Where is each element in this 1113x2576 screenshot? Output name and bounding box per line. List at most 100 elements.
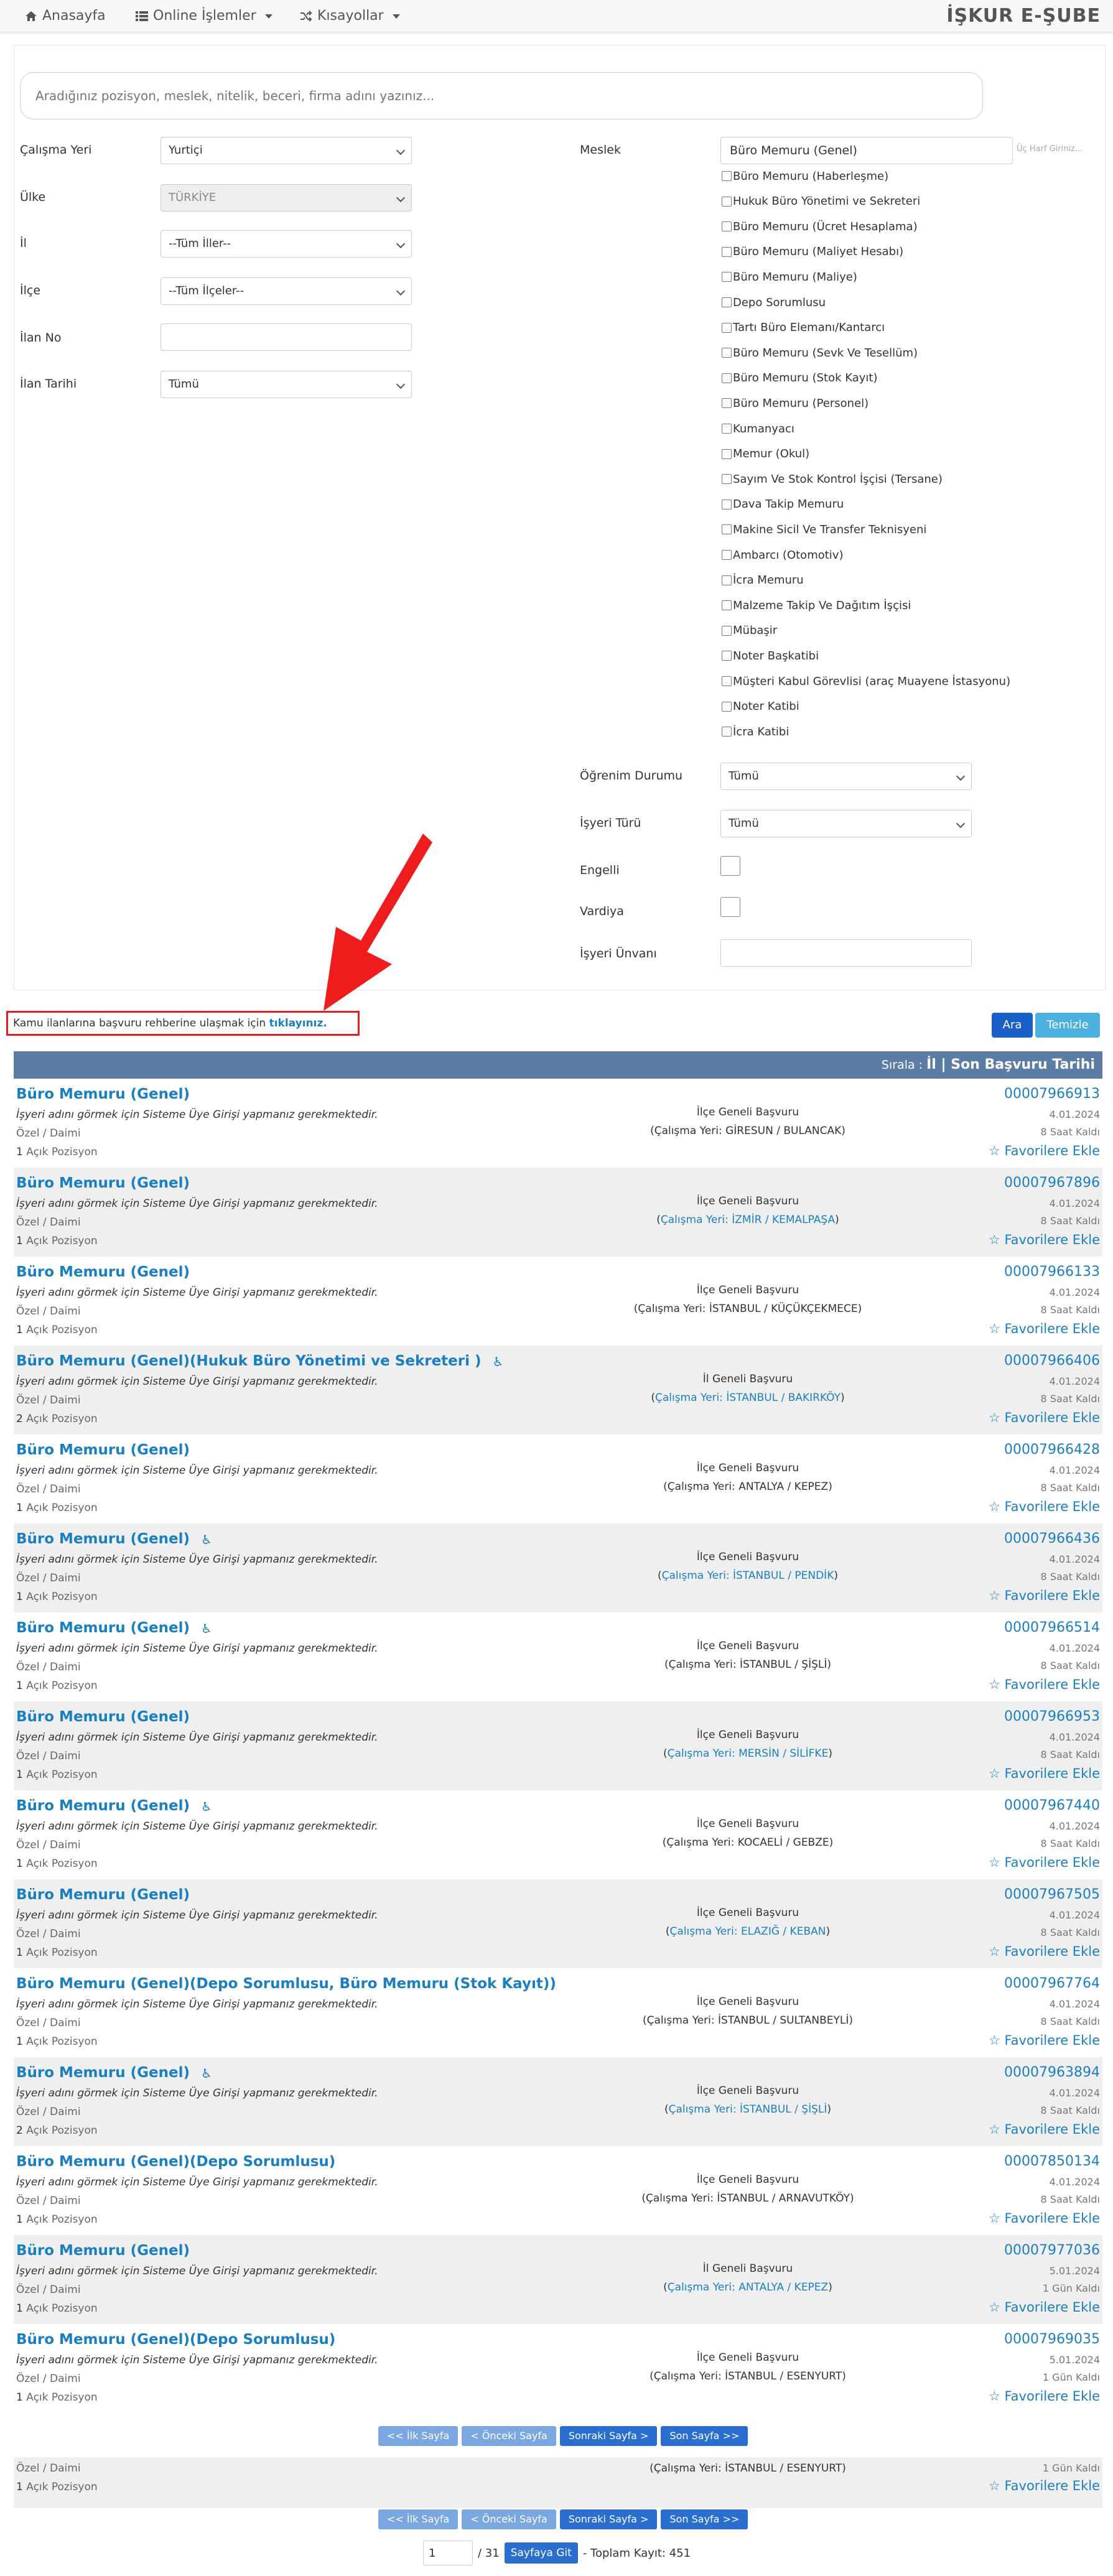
goto-page-button[interactable]: Sayfaya Git <box>504 2542 578 2564</box>
job-title-link[interactable]: Büro Memuru (Genel)(Depo Sorumlusu, Büro… <box>16 1976 556 1992</box>
job-number-link[interactable]: 00007967896 <box>1004 1175 1100 1191</box>
meslek-option[interactable]: Noter Başkatibi <box>722 648 819 664</box>
ilan-no-input[interactable] <box>161 323 412 351</box>
meslek-checkbox[interactable] <box>722 171 732 181</box>
job-title-link[interactable]: Büro Memuru (Genel)(Depo Sorumlusu) <box>16 2332 335 2348</box>
meslek-checkbox[interactable] <box>722 221 732 232</box>
favorite-button[interactable]: ☆ Favorilere Ekle <box>989 1143 1100 1158</box>
favorite-button[interactable]: ☆ Favorilere Ekle <box>989 1766 1100 1781</box>
job-number-link[interactable]: 00007967440 <box>1004 1798 1100 1813</box>
job-title-link[interactable]: Büro Memuru (Genel) <box>16 1264 190 1280</box>
ilan-tarihi-select[interactable]: Tümü <box>161 371 412 398</box>
isyeri-unvani-input[interactable] <box>720 939 972 967</box>
meslek-option[interactable]: Kumanyacı <box>722 421 794 437</box>
pager-first[interactable]: << İlk Sayfa <box>378 2509 459 2529</box>
meslek-option[interactable]: Büro Memuru (Haberleşme) <box>722 168 888 184</box>
ara-button[interactable]: Ara <box>992 1013 1033 1038</box>
favorite-button[interactable]: ☆ Favorilere Ekle <box>989 1321 1100 1336</box>
meslek-checkbox[interactable] <box>722 625 732 636</box>
job-number-link[interactable]: 00007850134 <box>1004 2154 1100 2169</box>
meslek-checkbox[interactable] <box>722 474 732 485</box>
meslek-checkbox[interactable] <box>722 600 732 611</box>
engelli-checkbox[interactable] <box>720 856 740 876</box>
nav-online-islemler[interactable]: Online İşlemler <box>136 0 272 32</box>
meslek-option[interactable]: Malzeme Takip Ve Dağıtım İşçisi <box>722 597 911 613</box>
meslek-option[interactable]: Büro Memuru (Stok Kayıt) <box>722 370 878 386</box>
search-input[interactable] <box>20 72 983 119</box>
meslek-checkbox[interactable] <box>722 727 732 737</box>
nav-home[interactable]: Anasayfa <box>25 0 106 32</box>
favorite-button[interactable]: ☆ Favorilere Ekle <box>989 2389 1100 2404</box>
job-title-link[interactable]: Büro Memuru (Genel) <box>16 1175 190 1191</box>
favorite-button[interactable]: ☆ Favorilere Ekle <box>989 1410 1100 1425</box>
meslek-checkbox[interactable] <box>722 322 732 333</box>
meslek-option[interactable]: Büro Memuru (Personel) <box>722 395 869 411</box>
pager-next[interactable]: Sonraki Sayfa > <box>559 2426 658 2446</box>
job-title-link[interactable]: Büro Memuru (Genel)(Hukuk Büro Yönetimi … <box>16 1353 503 1369</box>
job-number-link[interactable]: 00007966953 <box>1004 1709 1100 1724</box>
meslek-checkbox[interactable] <box>722 398 732 409</box>
ogrenim-select[interactable]: Tümü <box>720 763 972 790</box>
nav-kisayollar[interactable]: Kısayollar <box>300 0 400 32</box>
meslek-option[interactable]: Sayım Ve Stok Kontrol İşçisi (Tersane) <box>722 471 943 487</box>
pager-prev[interactable]: < Önceki Sayfa <box>462 2509 556 2529</box>
meslek-option[interactable]: Hukuk Büro Yönetimi ve Sekreteri <box>722 193 920 210</box>
job-number-link[interactable]: 00007969035 <box>1004 2332 1100 2347</box>
meslek-option[interactable]: Müşteri Kabul Görevlisi (araç Muayene İs… <box>722 673 1010 689</box>
job-title-link[interactable]: Büro Memuru (Genel) ♿ <box>16 1531 212 1547</box>
favorite-button[interactable]: ☆ Favorilere Ekle <box>989 2478 1100 2493</box>
favorite-button[interactable]: ☆ Favorilere Ekle <box>989 1855 1100 1870</box>
job-number-link[interactable]: 00007966428 <box>1004 1442 1100 1458</box>
meslek-checkbox[interactable] <box>722 449 732 459</box>
meslek-option[interactable]: Makine Sicil Ve Transfer Teknisyeni <box>722 521 926 537</box>
job-title-link[interactable]: Büro Memuru (Genel) <box>16 1709 190 1725</box>
meslek-checkbox[interactable] <box>722 373 732 383</box>
favorite-button[interactable]: ☆ Favorilere Ekle <box>989 2122 1100 2137</box>
meslek-checkbox[interactable] <box>722 246 732 257</box>
temizle-button[interactable]: Temizle <box>1035 1013 1100 1038</box>
favorite-button[interactable]: ☆ Favorilere Ekle <box>989 1677 1100 1692</box>
meslek-checkbox[interactable] <box>722 424 732 434</box>
pager-next[interactable]: Sonraki Sayfa > <box>559 2509 658 2529</box>
meslek-checkbox[interactable] <box>722 524 732 535</box>
meslek-option[interactable]: Ambarcı (Otomotiv) <box>722 547 843 563</box>
favorite-button[interactable]: ☆ Favorilere Ekle <box>989 2211 1100 2226</box>
vardiya-checkbox[interactable] <box>720 897 740 917</box>
sort-by-il[interactable]: İl <box>926 1057 936 1072</box>
favorite-button[interactable]: ☆ Favorilere Ekle <box>989 2033 1100 2048</box>
meslek-option[interactable]: Memur (Okul) <box>722 446 809 462</box>
pager-last[interactable]: Son Sayfa >> <box>661 2426 748 2446</box>
meslek-option[interactable]: Depo Sorumlusu <box>722 294 826 310</box>
sort-by-date[interactable]: Son Başvuru Tarihi <box>951 1057 1095 1072</box>
meslek-option[interactable]: Dava Takip Memuru <box>722 496 844 513</box>
pager-prev[interactable]: < Önceki Sayfa <box>462 2426 556 2446</box>
job-title-link[interactable]: Büro Memuru (Genel) ♿ <box>16 1798 212 1814</box>
favorite-button[interactable]: ☆ Favorilere Ekle <box>989 1944 1100 1959</box>
meslek-checkbox[interactable] <box>722 701 732 712</box>
job-number-link[interactable]: 00007966406 <box>1004 1353 1100 1369</box>
isyeri-turu-select[interactable]: Tümü <box>720 810 972 837</box>
meslek-checkbox[interactable] <box>722 651 732 661</box>
kamu-rehber-link[interactable]: tıklayınız. <box>269 1017 327 1030</box>
pager-first[interactable]: << İlk Sayfa <box>378 2426 459 2446</box>
pager-last[interactable]: Son Sayfa >> <box>661 2509 748 2529</box>
job-title-link[interactable]: Büro Memuru (Genel) ♿ <box>16 2065 212 2081</box>
meslek-checkbox[interactable] <box>722 196 732 207</box>
meslek-option[interactable]: Büro Memuru (Maliyet Hesabı) <box>722 244 903 260</box>
meslek-option[interactable]: Büro Memuru (Sevk Ve Tesellüm) <box>722 345 918 361</box>
favorite-button[interactable]: ☆ Favorilere Ekle <box>989 2300 1100 2315</box>
meslek-option[interactable]: Mübaşir <box>722 623 777 639</box>
meslek-option[interactable]: Büro Memuru (Maliye) <box>722 269 857 285</box>
favorite-button[interactable]: ☆ Favorilere Ekle <box>989 1232 1100 1247</box>
job-title-link[interactable]: Büro Memuru (Genel) ♿ <box>16 1620 212 1636</box>
meslek-option[interactable]: Büro Memuru (Ücret Hesaplama) <box>722 218 918 235</box>
meslek-option[interactable]: Tartı Büro Elemanı/Kantarcı <box>722 320 885 336</box>
meslek-option[interactable]: Noter Katibi <box>722 699 799 715</box>
job-number-link[interactable]: 00007966913 <box>1004 1086 1100 1102</box>
favorite-button[interactable]: ☆ Favorilere Ekle <box>989 1588 1100 1603</box>
job-number-link[interactable]: 00007967764 <box>1004 1976 1100 1991</box>
job-title-link[interactable]: Büro Memuru (Genel) <box>16 2243 190 2259</box>
job-number-link[interactable]: 00007966133 <box>1004 1264 1100 1280</box>
meslek-input[interactable]: Büro Memuru (Genel) <box>720 137 1013 164</box>
job-title-link[interactable]: Büro Memuru (Genel) <box>16 1887 190 1903</box>
